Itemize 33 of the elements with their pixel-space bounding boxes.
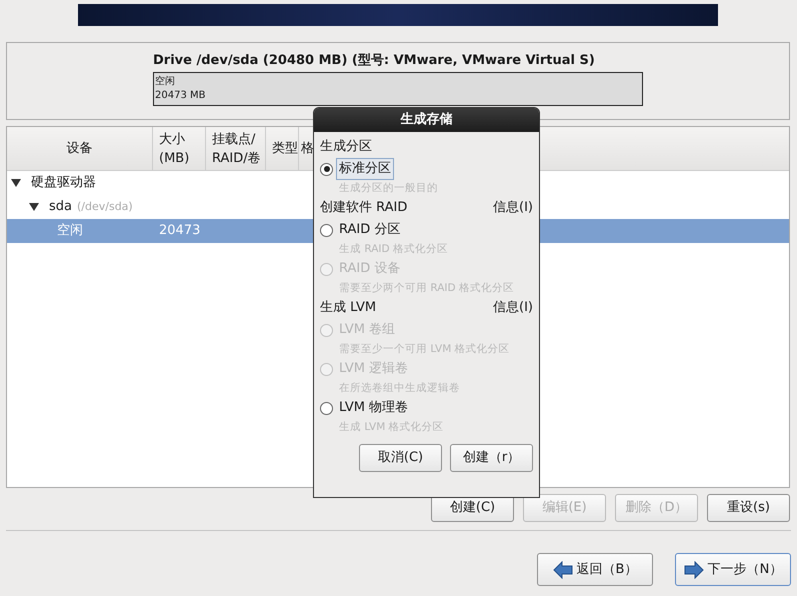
action-button[interactable]: 重设(s) [707, 494, 790, 522]
right-arrow-icon [684, 560, 704, 578]
section-heading: 生成 LVM [320, 299, 376, 317]
column-header[interactable]: 类型 [266, 127, 299, 170]
segment-label: 空闲 [155, 75, 176, 89]
radio-button[interactable] [320, 162, 333, 176]
info-link[interactable]: 信息(I) [493, 197, 533, 219]
option-label[interactable]: RAID 分区 [339, 220, 400, 240]
expander-icon[interactable] [11, 179, 21, 187]
dialog-title: 生成存储 [314, 108, 539, 132]
device-name[interactable]: 硬盘驱动器 [31, 173, 96, 193]
section-heading: 生成分区 [320, 138, 372, 156]
column-header[interactable]: 大小 (MB) [153, 127, 206, 170]
size-cell-text: 20473 [158, 222, 200, 240]
expander-icon[interactable] [29, 203, 39, 211]
column-header[interactable]: 设备 [7, 127, 153, 170]
segment-size: 20473 MB [155, 89, 206, 103]
radio-button[interactable] [320, 402, 333, 414]
nav-button[interactable]: 返回（B） [537, 553, 653, 586]
device-path: (/dev/sda) [77, 198, 133, 215]
option-label[interactable]: 标准分区 [336, 158, 394, 180]
column-header[interactable]: 挂载点/ RAID/卷 [206, 127, 266, 170]
device-name[interactable]: sda [49, 197, 72, 217]
nav-button[interactable]: 下一步（N） [675, 553, 791, 586]
dialog-button[interactable]: 取消(C) [359, 444, 442, 472]
radio-button[interactable] [320, 224, 333, 236]
section-heading: 创建软件 RAID [320, 199, 408, 217]
info-link[interactable]: 信息(I) [493, 297, 533, 319]
option-label[interactable]: LVM 物理卷 [339, 398, 408, 418]
drive-title: Drive /dev/sda (20480 MB) (型号: VMware, VMware Virtual S) [153, 52, 596, 70]
dialog-button[interactable]: 创建（r） [450, 444, 533, 472]
device-name: 空闲 [57, 222, 83, 240]
left-arrow-icon [552, 560, 573, 578]
